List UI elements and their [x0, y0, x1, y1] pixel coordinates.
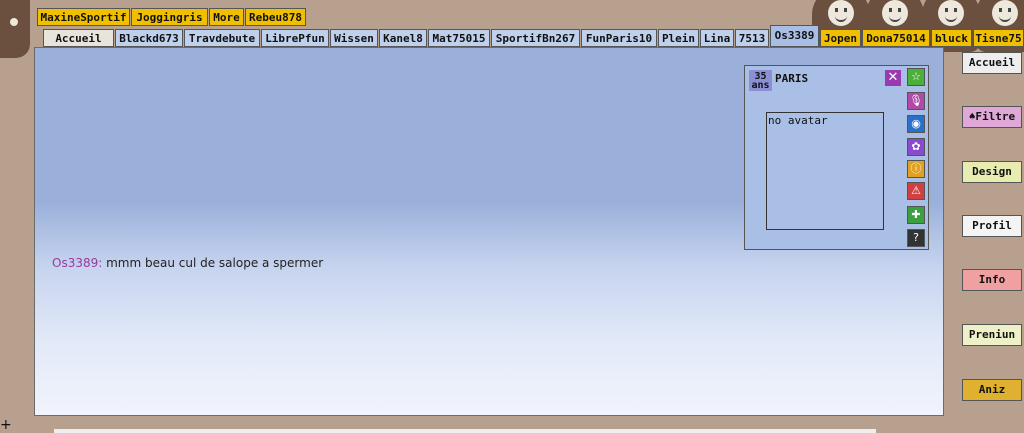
age-badge: 35 ans	[749, 70, 772, 91]
webcam-icon[interactable]: ◉	[907, 115, 925, 133]
top-tab-joggingris[interactable]: Joggingris	[131, 8, 208, 26]
tab-plein[interactable]: Plein	[658, 29, 699, 47]
horizontal-scrollbar[interactable]	[0, 417, 1024, 433]
premium-button[interactable]: Preniun	[962, 324, 1022, 346]
tab-blackd673[interactable]: Blackd673	[115, 29, 183, 47]
message-text: mmm beau cul de salope a spermer	[102, 256, 324, 270]
top-tab-rebeu878[interactable]: Rebeu878	[245, 8, 306, 26]
info-button[interactable]: Info	[962, 269, 1022, 291]
chat-page: MaxineSportif Joggingris More Rebeu878 A…	[0, 0, 1024, 433]
microphone-icon[interactable]: 🎙	[907, 92, 925, 110]
tab-librepfun[interactable]: LibrePfun	[261, 29, 329, 47]
tab-funparis10[interactable]: FunParis10	[581, 29, 657, 47]
scrollbar-thumb[interactable]	[54, 429, 876, 433]
plus-icon[interactable]: +	[0, 418, 12, 432]
avatar-placeholder-text: no avatar	[768, 114, 828, 127]
tab-kanel8[interactable]: Kanel8	[379, 29, 427, 47]
filtre-button[interactable]: ♠Filtre	[962, 106, 1022, 128]
chat-message: Os3389: mmm beau cul de salope a spermer	[52, 256, 323, 270]
tab-dona75014[interactable]: Dona75014	[862, 29, 930, 47]
aniz-button[interactable]: Aniz	[962, 379, 1022, 401]
profil-button[interactable]: Profil	[962, 215, 1022, 237]
plus-icon[interactable]: ✚	[907, 206, 925, 224]
design-button[interactable]: Design	[962, 161, 1022, 183]
tab-7513[interactable]: 7513	[735, 29, 769, 47]
message-nick[interactable]: Os3389:	[52, 256, 102, 270]
accueil-button[interactable]: Accueil	[962, 52, 1022, 74]
star-icon[interactable]: ☆	[907, 68, 925, 86]
tab-tisne75[interactable]: Tisne75	[973, 29, 1024, 47]
close-icon[interactable]: ✕	[885, 70, 901, 86]
city-label: PARIS	[775, 72, 809, 85]
flower-icon[interactable]: ✿	[907, 138, 925, 156]
age-unit: ans	[751, 80, 770, 91]
tab-accueil[interactable]: Accueil	[43, 29, 114, 47]
warning-icon[interactable]: ⚠	[907, 182, 925, 200]
profile-popup: 35 ans PARIS ✕ no avatar ☆ 🎙 ◉ ✿ ⓘ ⚠ ✚ ?	[744, 65, 929, 250]
top-tab-maxinesportif[interactable]: MaxineSportif	[37, 8, 130, 26]
help-icon[interactable]: ?	[907, 229, 925, 247]
tab-os3389[interactable]: Os3389	[770, 25, 819, 47]
tab-sportifbn267[interactable]: SportifBn267	[491, 29, 580, 47]
avatar-box: no avatar	[766, 112, 884, 230]
tab-jopen[interactable]: Jopen	[820, 29, 861, 47]
tab-bluck[interactable]: bluck	[931, 29, 972, 47]
tab-wissen[interactable]: Wissen	[330, 29, 378, 47]
tab-lina[interactable]: Lina	[700, 29, 734, 47]
info-icon[interactable]: ⓘ	[907, 160, 925, 178]
left-decoration	[0, 0, 30, 58]
tab-mat75015[interactable]: Mat75015	[428, 29, 490, 47]
top-tab-more[interactable]: More	[209, 8, 244, 26]
tab-travdebute[interactable]: Travdebute	[184, 29, 260, 47]
